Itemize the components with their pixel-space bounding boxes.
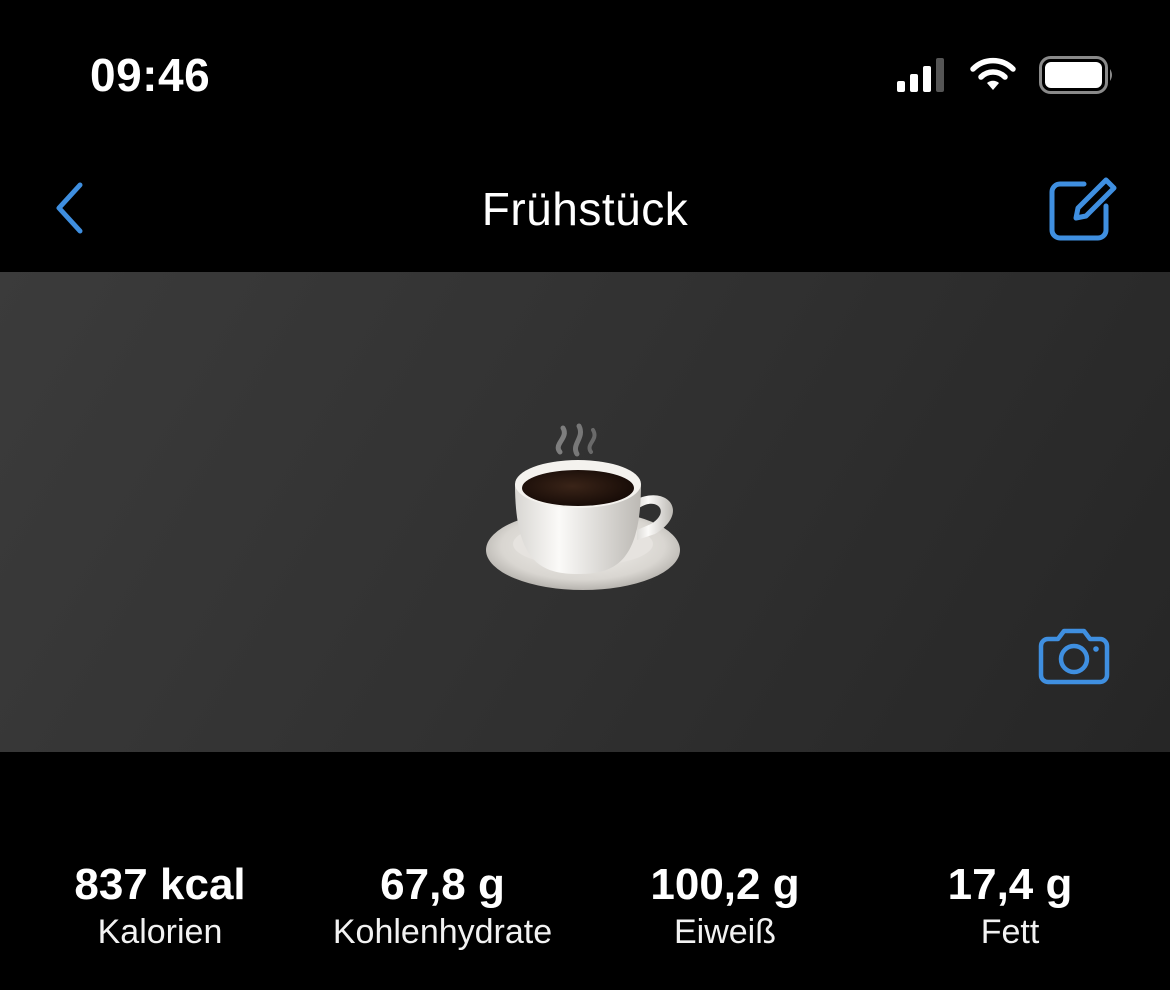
stat-label: Eiweiß — [673, 913, 777, 951]
stat-fat: 17,4 g Fett — [910, 860, 1110, 954]
camera-icon — [1038, 628, 1110, 685]
stat-value: 837 kcal — [74, 860, 246, 909]
stat-value: 67,8 g — [380, 860, 505, 909]
wifi-icon — [970, 57, 1016, 90]
coffee-cup-emoji — [486, 423, 680, 590]
camera-button[interactable] — [1038, 627, 1110, 685]
page-title: Frühstück — [481, 183, 689, 235]
meal-image-area[interactable] — [0, 272, 1170, 752]
edit-button[interactable] — [1046, 172, 1118, 244]
stat-value: 17,4 g — [947, 860, 1073, 909]
stat-protein: 100,2 g Eiweiß — [625, 860, 825, 954]
stat-label: Kalorien — [97, 913, 223, 951]
nutrition-summary: 837 kcal Kalorien 67,8 g Kohlenhydrate 1… — [0, 860, 1170, 970]
stat-calories: 837 kcal Kalorien — [60, 860, 260, 954]
status-time: 09:46 — [90, 49, 211, 101]
status-icons — [897, 55, 1115, 95]
edit-square-icon — [1049, 177, 1117, 241]
navigation-bar: Frühstück — [0, 150, 1170, 272]
stat-carbohydrates: 67,8 g Kohlenhydrate — [315, 860, 570, 954]
battery-icon — [1039, 56, 1112, 94]
stat-label: Fett — [980, 913, 1040, 951]
stat-value: 100,2 g — [650, 860, 800, 909]
stat-label: Kohlenhydrate — [332, 913, 553, 951]
cellular-signal-icon — [897, 58, 944, 92]
status-bar: 09:46 — [0, 0, 1170, 150]
